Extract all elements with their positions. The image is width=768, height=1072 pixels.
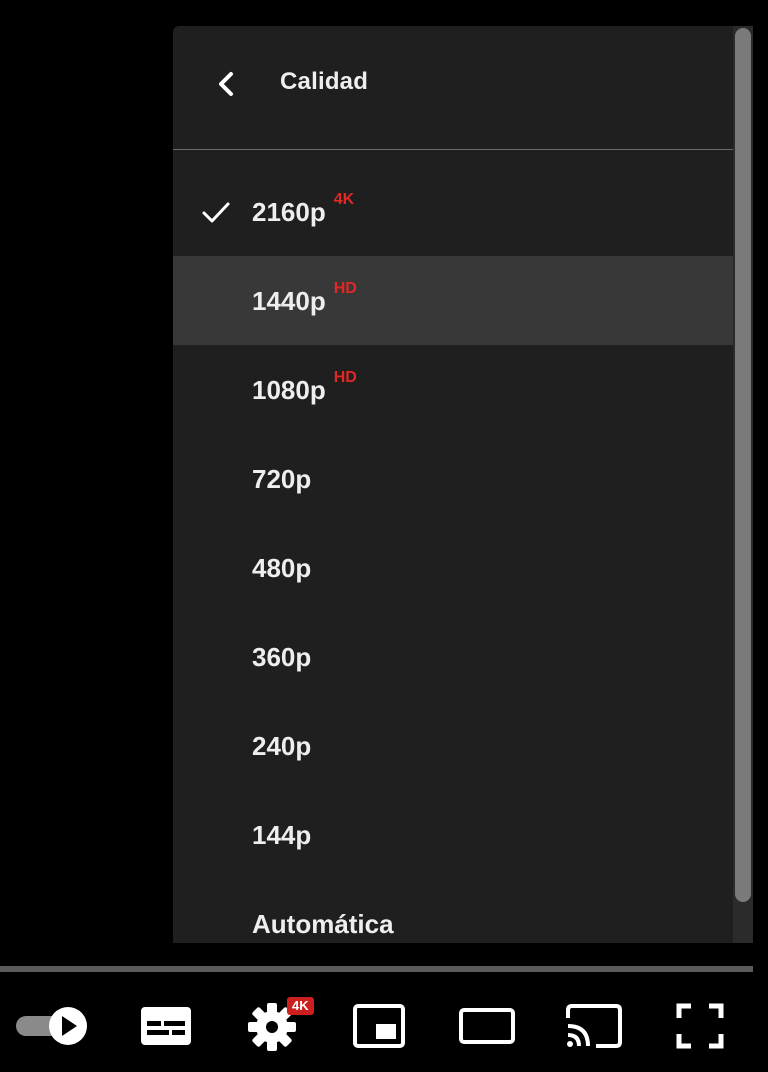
back-button[interactable] xyxy=(209,66,245,102)
chevron-left-icon xyxy=(219,72,233,96)
quality-label: 480p xyxy=(252,553,312,583)
player-controls xyxy=(0,990,768,1062)
quality-label: 1440p HD xyxy=(252,280,357,316)
quality-label: 1080p HD xyxy=(252,369,357,405)
video-player: Calidad 2160p 4K 1440p HD 1080p HD 720p 480… xyxy=(0,0,768,1072)
quality-menu: Calidad 2160p 4K 1440p HD 1080p HD 720p 480… xyxy=(173,26,753,943)
settings-quality-badge: 4K xyxy=(287,997,314,1015)
cast-icon xyxy=(566,1004,622,1048)
fullscreen-icon xyxy=(676,1003,724,1049)
quality-item-720p[interactable]: 720p xyxy=(173,434,733,523)
quality-badge: HD xyxy=(333,280,357,297)
theater-mode-button[interactable] xyxy=(452,990,522,1062)
quality-label: 360p xyxy=(252,642,312,672)
cast-button[interactable] xyxy=(558,990,628,1062)
quality-badge: HD xyxy=(333,369,357,386)
quality-item-2160p[interactable]: 2160p 4K xyxy=(173,167,733,256)
quality-label: 720p xyxy=(252,464,312,494)
checkmark-icon xyxy=(202,202,230,223)
quality-list: 2160p 4K 1440p HD 1080p HD 720p 480p 360p 2… xyxy=(173,167,733,943)
quality-item-360p[interactable]: 360p xyxy=(173,612,733,701)
miniplayer-button[interactable] xyxy=(344,990,414,1062)
subtitles-button[interactable] xyxy=(131,990,201,1062)
menu-title: Calidad xyxy=(280,68,369,95)
quality-item-1440p[interactable]: 1440p HD xyxy=(173,256,733,345)
autoplay-toggle-icon xyxy=(16,1007,87,1045)
quality-item-144p[interactable]: 144p xyxy=(173,790,733,879)
quality-item-240p[interactable]: 240p xyxy=(173,701,733,790)
scrollbar-thumb[interactable] xyxy=(735,28,751,902)
progress-bar[interactable] xyxy=(0,966,753,972)
menu-scrollbar[interactable] xyxy=(733,26,753,943)
theater-mode-icon xyxy=(459,1008,515,1044)
quality-label: 240p xyxy=(252,731,312,761)
quality-label: 2160p 4K xyxy=(252,191,355,227)
quality-item-480p[interactable]: 480p xyxy=(173,523,733,612)
miniplayer-icon xyxy=(353,1004,405,1048)
subtitles-icon xyxy=(141,1007,191,1045)
autoplay-toggle[interactable] xyxy=(10,990,94,1062)
quality-item-auto[interactable]: Automática xyxy=(173,879,733,943)
quality-badge: 4K xyxy=(333,191,355,208)
quality-label: Automática xyxy=(252,909,394,939)
menu-header: Calidad xyxy=(173,26,733,150)
fullscreen-button[interactable] xyxy=(665,990,735,1062)
quality-item-1080p[interactable]: 1080p HD xyxy=(173,345,733,434)
quality-label: 144p xyxy=(252,820,312,850)
